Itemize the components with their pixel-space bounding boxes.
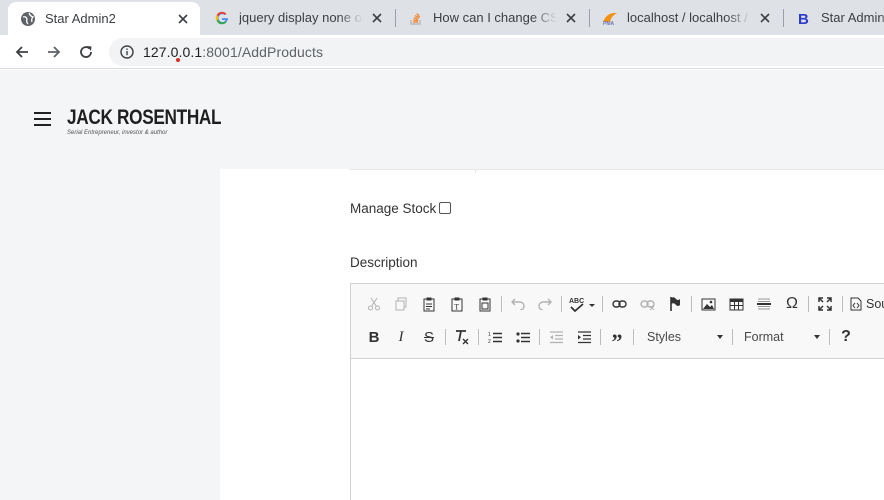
back-arrow-icon: [15, 46, 28, 58]
globe-icon: [20, 11, 36, 27]
tab-star-admin2[interactable]: Star Admin2: [8, 2, 200, 35]
styles-dropdown[interactable]: Styles: [639, 326, 729, 348]
svg-text:PMA: PMA: [603, 21, 615, 26]
back-button[interactable]: [8, 38, 36, 66]
description-label: Description: [350, 255, 418, 270]
reload-button[interactable]: [72, 38, 100, 66]
tab-title: jquery display none on: [239, 10, 363, 25]
phpmyadmin-icon: PMA: [602, 10, 618, 26]
paste-word-icon[interactable]: [474, 293, 496, 315]
svg-text:B: B: [798, 11, 809, 26]
url-text: 127.0.0.1:8001/AddProducts: [143, 44, 323, 60]
redo-icon[interactable]: [534, 293, 556, 315]
undo-icon[interactable]: [507, 293, 529, 315]
tab-phpmyadmin[interactable]: PMA localhost / localhost /: [590, 0, 782, 35]
cursor-dot: [176, 58, 180, 62]
spellcheck-icon[interactable]: ABC: [568, 293, 598, 315]
tab-title: Star Admin2: [45, 11, 116, 26]
forward-button[interactable]: [40, 38, 68, 66]
numbered-list-icon[interactable]: 12: [484, 326, 506, 348]
help-icon[interactable]: ?: [835, 326, 857, 348]
special-char-icon[interactable]: Ω: [781, 293, 803, 315]
app-header: JACK ROSENTHAL Serial Entrepreneur, inve…: [0, 70, 884, 169]
address-bar[interactable]: 127.0.0.1:8001/AddProducts: [109, 38, 884, 66]
close-icon[interactable]: [173, 9, 193, 29]
copy-icon[interactable]: [390, 293, 412, 315]
manage-stock-checkbox[interactable]: [439, 202, 451, 214]
indent-icon[interactable]: [573, 326, 595, 348]
tab-css-question[interactable]: How can I change CSS: [396, 0, 588, 35]
anchor-icon[interactable]: [664, 293, 686, 315]
browser-tab-strip: Star Admin2 jquery display none on How c…: [0, 0, 884, 35]
browser-toolbar: 127.0.0.1:8001/AddProducts: [0, 35, 884, 69]
product-form: Manage Stock Description T ABC Ω So B I …: [220, 169, 884, 500]
bootstrap-icon: B: [796, 10, 812, 26]
svg-text:1: 1: [488, 332, 491, 338]
reload-icon: [80, 46, 92, 58]
source-button[interactable]: Source: [850, 293, 884, 315]
svg-text:2: 2: [488, 339, 491, 344]
close-icon[interactable]: [367, 8, 387, 28]
svg-text:T: T: [454, 302, 459, 311]
format-label: Format: [744, 330, 784, 344]
horizontal-line-icon[interactable]: [753, 293, 775, 315]
cut-icon[interactable]: [363, 293, 385, 315]
stackoverflow-icon: [408, 10, 424, 26]
close-icon[interactable]: [561, 8, 581, 28]
manage-stock-label: Manage Stock: [350, 201, 437, 216]
paste-text-icon[interactable]: T: [446, 293, 468, 315]
image-icon[interactable]: [697, 293, 719, 315]
bulleted-list-icon[interactable]: [512, 326, 534, 348]
menu-icon[interactable]: [34, 112, 52, 126]
form-tabs-border: [350, 169, 884, 173]
tab-title: localhost / localhost /: [627, 10, 748, 25]
source-label: Source: [866, 297, 884, 311]
maximize-icon[interactable]: [814, 293, 836, 315]
blockquote-icon[interactable]: ”: [606, 326, 628, 352]
brand-logo[interactable]: JACK ROSENTHAL: [67, 106, 222, 130]
paste-icon[interactable]: [418, 293, 440, 315]
format-dropdown[interactable]: Format: [736, 326, 826, 348]
unlink-icon[interactable]: [636, 293, 658, 315]
info-icon[interactable]: [119, 44, 135, 60]
forward-arrow-icon: [48, 46, 61, 58]
link-icon[interactable]: [608, 293, 630, 315]
strikethrough-icon[interactable]: S: [418, 326, 440, 348]
description-editor: T ABC Ω So B I S 1 2 ” Styles Format ?: [350, 283, 884, 500]
remove-format-icon[interactable]: [451, 326, 473, 348]
styles-label: Styles: [647, 330, 682, 344]
tab-star-admin2-bootstrap[interactable]: B Star Admin2: [784, 0, 884, 35]
chevron-down-icon: [814, 335, 820, 339]
table-icon[interactable]: [725, 293, 747, 315]
tab-title: Star Admin2: [821, 10, 884, 25]
tab-title: How can I change CSS: [433, 10, 557, 25]
tab-jquery[interactable]: jquery display none on: [202, 0, 394, 35]
brand-tagline: Serial Entrepreneur, investor & author: [67, 130, 168, 136]
outdent-icon[interactable]: [545, 326, 567, 348]
chevron-down-icon: [717, 335, 723, 339]
editor-content-area[interactable]: [351, 360, 884, 500]
source-icon: [850, 297, 862, 311]
bold-icon[interactable]: B: [363, 326, 385, 348]
google-icon: [214, 10, 230, 26]
url-host: 127.0.0.1: [143, 44, 203, 60]
url-path: :8001/AddProducts: [202, 44, 324, 60]
page: JACK ROSENTHAL Serial Entrepreneur, inve…: [0, 70, 884, 500]
editor-toolbar: T ABC Ω So B I S 1 2 ” Styles Format ?: [351, 284, 884, 359]
italic-icon[interactable]: I: [390, 326, 412, 348]
close-icon[interactable]: [755, 8, 775, 28]
